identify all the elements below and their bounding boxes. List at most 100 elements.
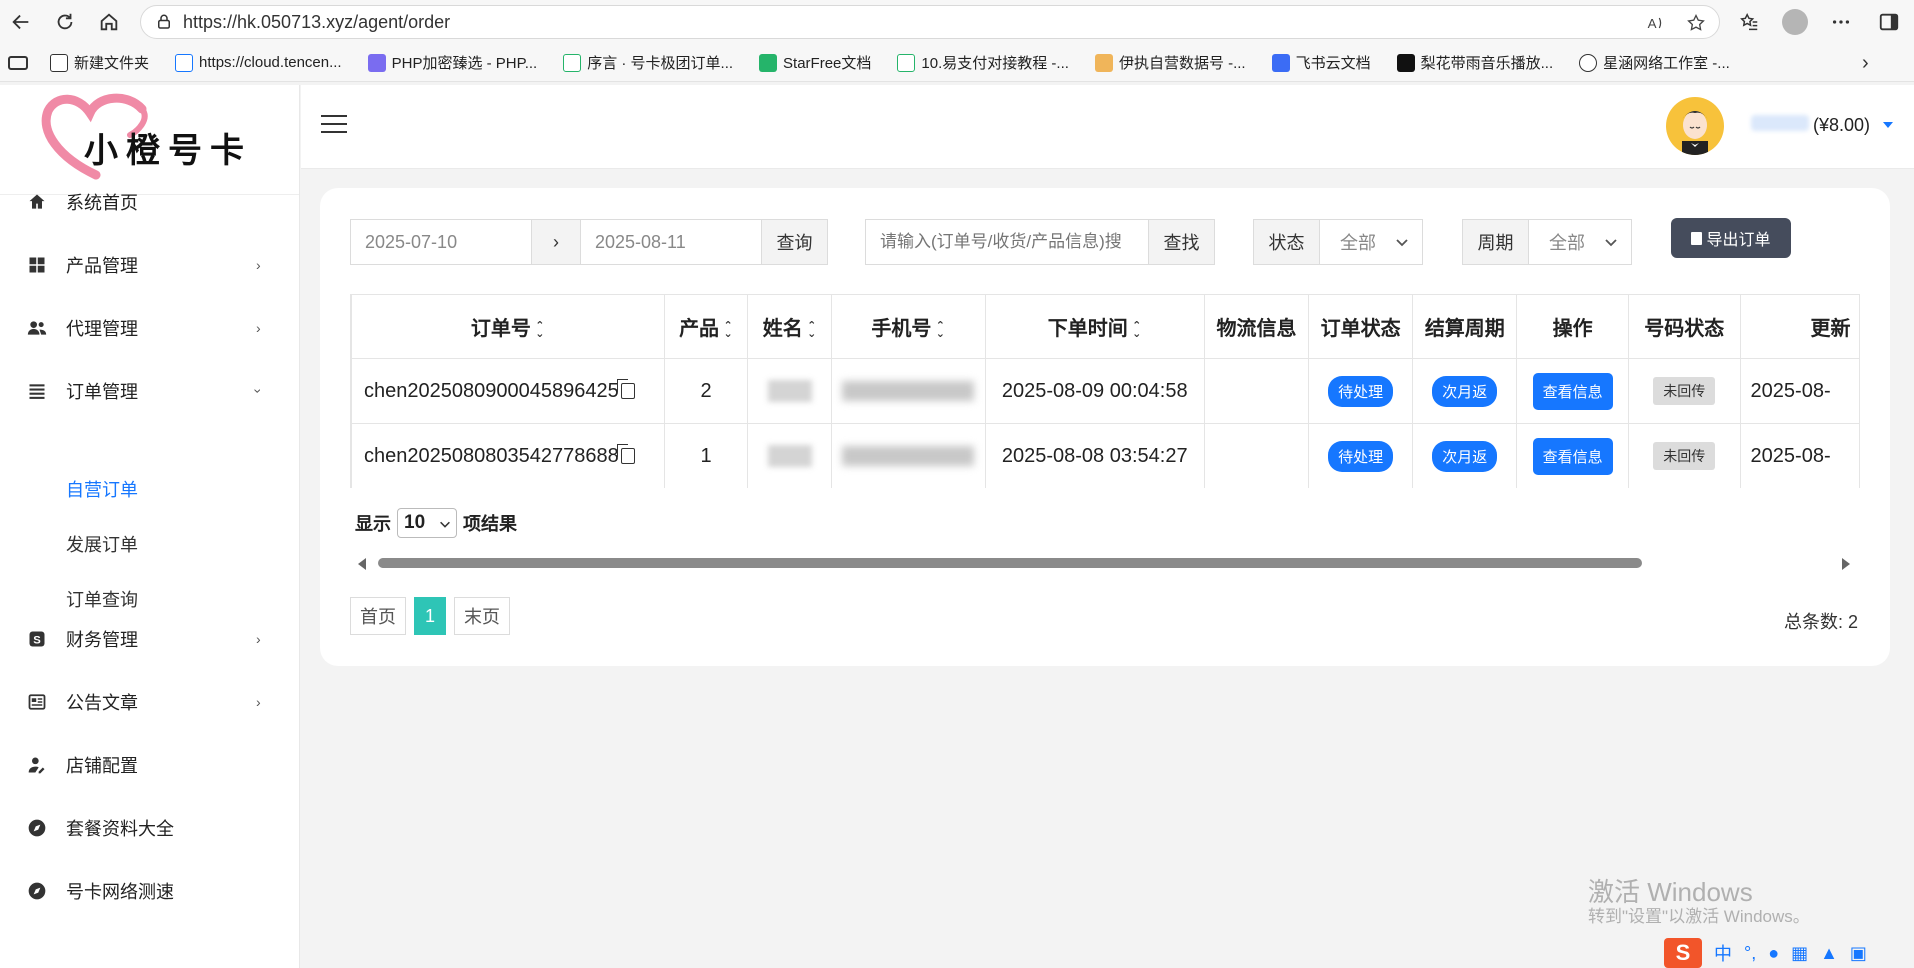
- column-header-label: 订单状态: [1320, 318, 1401, 340]
- bookmark-label: https://cloud.tencen...: [199, 54, 342, 71]
- balance[interactable]: (¥8.00): [1813, 115, 1870, 136]
- column-header[interactable]: 下单时间 ⌃ ⌄: [984, 294, 1205, 359]
- date-start-field[interactable]: [350, 219, 532, 265]
- show-suffix: 项结果: [463, 514, 517, 534]
- logistics-cell: [1203, 358, 1310, 424]
- ime-mode[interactable]: 中: [1714, 940, 1732, 966]
- skin-icon[interactable]: ▲: [1820, 943, 1838, 964]
- order-status-cell: 待处理: [1308, 423, 1414, 488]
- last-page-button[interactable]: 末页: [454, 597, 510, 635]
- column-header[interactable]: 订单号 ⌃ ⌄: [351, 294, 665, 359]
- dollar-icon: S: [26, 628, 48, 650]
- sidebar-item[interactable]: 代理管理 ›: [0, 301, 300, 355]
- keyboard-icon[interactable]: ▦: [1791, 943, 1808, 964]
- bookmark-item[interactable]: 10.易支付对接教程 -...: [897, 52, 1069, 73]
- bookmark-item[interactable]: 飞书云文档: [1271, 52, 1371, 73]
- view-info-button[interactable]: 查看信息: [1532, 437, 1613, 475]
- scrollbar-thumb[interactable]: [378, 558, 1642, 568]
- first-page-button[interactable]: 首页: [350, 597, 406, 635]
- sidebar-item[interactable]: 套餐资料大全: [0, 801, 300, 855]
- bookmark-item[interactable]: 星涵网络工作室 -...: [1579, 52, 1730, 73]
- query-button[interactable]: 查询: [761, 219, 828, 265]
- sidebar-item[interactable]: 系统首页: [0, 175, 300, 229]
- export-orders-label: 导出订单: [1706, 232, 1771, 249]
- status-select[interactable]: 全部: [1319, 219, 1423, 265]
- bookmark-item[interactable]: 伊执自营数据号 -...: [1094, 52, 1246, 73]
- punctuation-icon[interactable]: °,: [1744, 943, 1756, 964]
- scroll-left-icon[interactable]: [358, 558, 366, 570]
- sidebar-subitem[interactable]: 发展订单: [66, 531, 138, 557]
- search-field[interactable]: [865, 219, 1149, 265]
- toolbox-icon[interactable]: ▣: [1850, 943, 1867, 964]
- page-size-control: 显示 10 项结果: [355, 508, 517, 538]
- sidebar-item[interactable]: 公告文章 ›: [0, 675, 300, 729]
- column-header: 物流信息: [1203, 294, 1310, 359]
- sogou-ime-icon[interactable]: S: [1664, 938, 1702, 968]
- favorites-icon[interactable]: [1734, 7, 1764, 37]
- sidebar-item[interactable]: S 财务管理 ›: [0, 612, 300, 666]
- favorite-star-icon[interactable]: [1685, 12, 1707, 34]
- horizontal-scrollbar[interactable]: [356, 555, 1852, 571]
- bookmark-item[interactable]: 新建文件夹: [50, 52, 149, 73]
- order-status-badge: 待处理: [1328, 375, 1394, 407]
- order-time-cell: 2025-08-09 00:04:58: [984, 358, 1205, 424]
- address-bar[interactable]: https://hk.050713.xyz/agent/order A: [140, 5, 1720, 39]
- caret-down-icon[interactable]: [1883, 122, 1893, 128]
- copy-icon[interactable]: [616, 379, 635, 400]
- export-orders-button[interactable]: 导出订单: [1671, 218, 1791, 258]
- bookmark-item[interactable]: 序言 · 号卡极团订单...: [563, 52, 733, 73]
- page-1-button[interactable]: 1: [414, 597, 446, 635]
- bookmark-label: PHP加密臻选 - PHP...: [391, 55, 538, 72]
- page-size-select[interactable]: 10: [397, 508, 457, 538]
- column-header[interactable]: 手机号 ⌃ ⌄: [831, 294, 986, 359]
- bookmark-label: 梨花带雨音乐播放...: [1420, 55, 1554, 72]
- search-button[interactable]: 查找: [1148, 219, 1215, 265]
- name-blurred: [767, 380, 812, 403]
- sort-icon[interactable]: ⌃ ⌄: [807, 320, 817, 339]
- date-end-field[interactable]: [580, 219, 762, 265]
- sidebar: 小橙号卡 系统首页 产品管理 › 代理管理 › 订单管理 › S 财务管理 › 公告文章 › 店铺配置套…: [0, 85, 300, 968]
- user-avatar[interactable]: [1666, 97, 1724, 155]
- date-end-input[interactable]: [581, 231, 761, 253]
- view-info-button[interactable]: 查看信息: [1532, 372, 1613, 410]
- bookmark-item[interactable]: https://cloud.tencen...: [175, 53, 342, 72]
- menu-toggle-icon[interactable]: [321, 115, 347, 135]
- product-cell: 1: [663, 423, 749, 488]
- read-aloud-icon[interactable]: A: [1645, 12, 1667, 34]
- sidebar-item[interactable]: 号卡网络测速: [0, 864, 300, 918]
- sidebar-item[interactable]: 订单管理 ›: [0, 364, 300, 418]
- sidebar-subitem[interactable]: 自营订单: [66, 476, 138, 502]
- microphone-icon[interactable]: ●: [1768, 943, 1779, 964]
- scroll-right-icon[interactable]: [1842, 558, 1850, 570]
- search-input[interactable]: [866, 232, 1148, 252]
- folder-icon: [50, 53, 68, 72]
- sort-icon[interactable]: ⌃ ⌄: [723, 320, 733, 339]
- sidebar-item[interactable]: 产品管理 ›: [0, 238, 300, 292]
- bookmark-item[interactable]: 梨花带雨音乐播放...: [1396, 52, 1554, 73]
- period-select[interactable]: 全部: [1528, 219, 1632, 265]
- updated-cell: 2025-08-: [1739, 358, 1860, 424]
- copy-icon[interactable]: [616, 444, 635, 465]
- bookmark-item[interactable]: StarFree文档: [759, 52, 871, 73]
- sidebar-item[interactable]: 店铺配置: [0, 738, 300, 792]
- sort-icon[interactable]: ⌃ ⌄: [535, 320, 545, 339]
- bookmark-item[interactable]: PHP加密臻选 - PHP...: [367, 52, 538, 73]
- bookmarks-more-icon[interactable]: ›: [1862, 52, 1869, 75]
- back-icon[interactable]: [6, 7, 36, 37]
- collections-icon[interactable]: [8, 55, 28, 70]
- orders-table-wrap[interactable]: 订单号 ⌃ ⌄ 产品 ⌃ ⌄ 姓名 ⌃ ⌄ 手机号 ⌃ ⌄ 下单时间 ⌃ ⌄ 物流信息 订单状态 结算周期 操作 号码…: [350, 294, 1860, 488]
- number-status-cell: 未回传: [1627, 423, 1741, 488]
- date-start-input[interactable]: [351, 231, 531, 253]
- column-header[interactable]: 姓名 ⌃ ⌄: [747, 294, 833, 359]
- sort-icon[interactable]: ⌃ ⌄: [935, 320, 945, 339]
- more-icon[interactable]: [1826, 7, 1856, 37]
- sort-icon[interactable]: ⌃ ⌄: [1132, 320, 1142, 339]
- bookmark-label: 10.易支付对接教程 -...: [921, 55, 1069, 72]
- home-icon[interactable]: [94, 7, 124, 37]
- profile-avatar-icon[interactable]: [1782, 9, 1808, 35]
- sidebar-subitem[interactable]: 订单查询: [66, 586, 138, 612]
- sidebar-toggle-icon[interactable]: [1874, 7, 1904, 37]
- reload-icon[interactable]: [50, 7, 80, 37]
- column-header[interactable]: 产品 ⌃ ⌄: [663, 294, 749, 359]
- document-icon: [1691, 231, 1703, 245]
